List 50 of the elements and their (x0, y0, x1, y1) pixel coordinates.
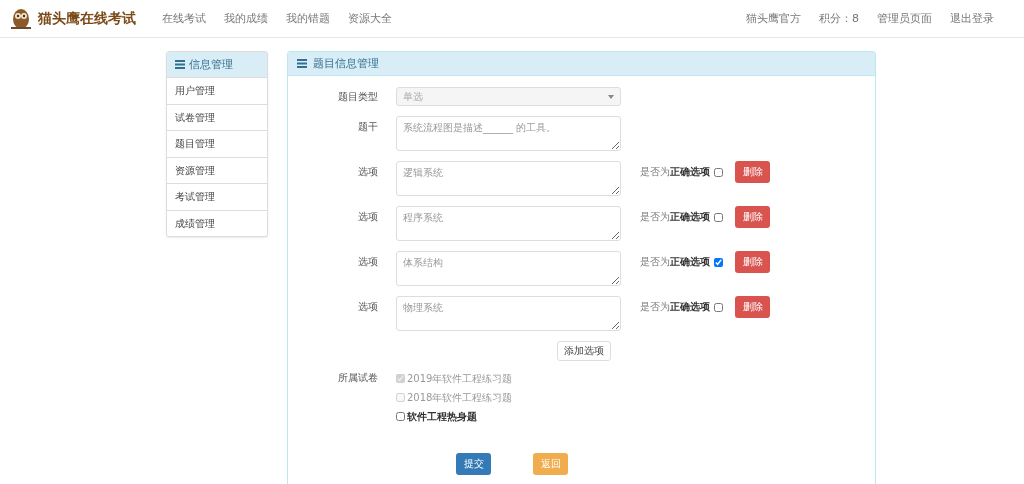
delete-button[interactable]: 删除 (735, 161, 770, 183)
paper-label: 2018年软件工程练习题 (407, 390, 513, 405)
correct-option-label: 是否为正确选项 (640, 165, 710, 179)
delete-button[interactable]: 删除 (735, 206, 770, 228)
nav-link[interactable]: 管理员页面 (877, 11, 932, 26)
correct-checkbox[interactable] (714, 212, 723, 222)
sidebar-item[interactable]: 试卷管理 (167, 103, 267, 130)
option-field[interactable]: 逻辑系统 (396, 161, 621, 196)
sidebar-item[interactable]: 考试管理 (167, 183, 267, 210)
submit-button[interactable]: 提交 (456, 453, 491, 475)
menu-icon (297, 59, 307, 68)
sidebar-title: 信息管理 (189, 57, 233, 72)
delete-button[interactable]: 删除 (735, 296, 770, 318)
nav-link[interactable]: 在线考试 (162, 11, 206, 26)
field-label: 选项 (357, 165, 378, 179)
correct-option-label: 是否为正确选项 (640, 255, 710, 269)
field-label: 题干 (357, 120, 378, 134)
delete-button[interactable]: 删除 (735, 251, 770, 273)
site-title: 猫头鹰在线考试 (38, 9, 136, 28)
paper-checkbox[interactable] (396, 412, 405, 421)
correct-checkbox[interactable] (714, 167, 723, 177)
stem-field[interactable]: 系统流程图是描述______ 的工具。 (396, 116, 621, 151)
field-label: 选项 (357, 255, 378, 269)
correct-checkbox[interactable] (714, 257, 723, 267)
nav-link[interactable]: 退出登录 (950, 11, 994, 26)
sidebar-item[interactable]: 用户管理 (167, 77, 267, 104)
paper-label: 软件工程热身题 (407, 409, 477, 424)
sidebar-item[interactable]: 资源管理 (167, 156, 267, 183)
panel-title: 题目信息管理 (313, 56, 379, 71)
sidebar-item[interactable]: 成绩管理 (167, 209, 267, 236)
field-label: 题目类型 (337, 90, 378, 104)
paper-label: 2019年软件工程练习题 (407, 371, 513, 386)
correct-option-label: 是否为正确选项 (640, 210, 710, 224)
option-field[interactable]: 体系结构 (396, 251, 621, 286)
correct-option-label: 是否为正确选项 (640, 300, 710, 314)
caret-icon (608, 94, 614, 99)
field-label: 选项 (357, 300, 378, 314)
nav-link[interactable]: 我的错题 (286, 11, 330, 26)
option-field[interactable]: 物理系统 (396, 296, 621, 331)
field-label: 选项 (357, 210, 378, 224)
list-icon (175, 60, 185, 69)
nav-link[interactable]: 积分：8 (819, 11, 859, 26)
field-label: 所属试卷 (337, 371, 378, 385)
sidebar-item[interactable]: 题目管理 (167, 130, 267, 157)
nav-link[interactable]: 资源大全 (348, 11, 392, 26)
correct-checkbox[interactable] (714, 302, 723, 312)
nav-link[interactable]: 猫头鹰官方 (746, 11, 801, 26)
add-option-button[interactable]: 添加选项 (557, 341, 611, 361)
option-field[interactable]: 程序系统 (396, 206, 621, 241)
nav-link[interactable]: 我的成绩 (224, 11, 268, 26)
